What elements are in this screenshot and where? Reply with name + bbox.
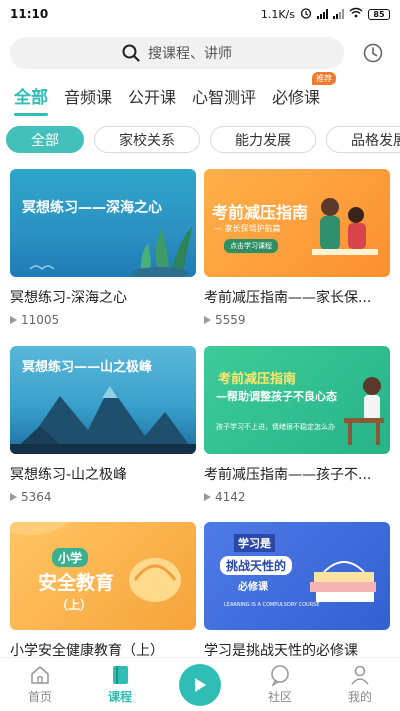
course-title: 考前减压指南——孩子不... bbox=[204, 467, 372, 483]
seaweed-illustration bbox=[29, 227, 192, 277]
course-title: 冥想练习-山之极峰 bbox=[10, 467, 128, 483]
thumb-title: 学习是 bbox=[234, 534, 275, 552]
thumb-button: 点击学习课程 bbox=[224, 239, 278, 253]
course-card[interactable]: 考前减压指南 —帮助调整孩子不良心态 孩子学习不上进，情绪很不稳定怎么办 考前减… bbox=[204, 346, 390, 504]
tab-label: 全部 bbox=[14, 88, 48, 108]
tab-open-class[interactable]: 公开课 bbox=[128, 84, 186, 116]
search-placeholder: 搜课程、讲师 bbox=[148, 46, 232, 62]
tab-label: 公开课 bbox=[128, 88, 177, 107]
tab-label: 音频课 bbox=[64, 88, 113, 107]
course-title: 考前减压指南——家长保... bbox=[204, 290, 372, 306]
course-card[interactable]: 小学 安全教育 （上） 小学安全健康教育（上） bbox=[10, 522, 196, 660]
play-icon bbox=[204, 316, 211, 324]
book-icon bbox=[113, 666, 128, 684]
tab-assessment[interactable]: 心智测评 bbox=[192, 84, 266, 116]
user-icon bbox=[351, 665, 369, 685]
tab-audio[interactable]: 音频课 bbox=[64, 84, 122, 116]
course-card[interactable]: 考前减压指南 — 家长保驾护航篇 点击学习课程 考前减压指南——家长保... 5… bbox=[204, 169, 390, 327]
course-title: 冥想练习-深海之心 bbox=[10, 290, 128, 306]
course-views: 5559 bbox=[204, 313, 390, 327]
search-row: 搜课程、讲师 bbox=[10, 36, 390, 70]
thumb-tag: 小学 bbox=[52, 548, 89, 567]
signal-icon bbox=[317, 9, 328, 19]
chip-character[interactable]: 品格发展 bbox=[326, 126, 400, 153]
nav-player[interactable] bbox=[160, 663, 240, 706]
status-indicators: 1.1K/s 85 bbox=[261, 7, 390, 22]
course-thumbnail: 冥想练习——山之极峰 bbox=[10, 346, 196, 454]
course-views: 4142 bbox=[204, 490, 390, 504]
play-icon bbox=[195, 677, 206, 692]
tab-required[interactable]: 必修课 推荐 bbox=[272, 72, 337, 116]
tab-all[interactable]: 全部 bbox=[14, 83, 58, 116]
view-count: 5559 bbox=[215, 313, 246, 327]
bottom-nav: 首页 课程 社区 我的 bbox=[0, 657, 400, 711]
thumb-title: 冥想练习——山之极峰 bbox=[22, 360, 153, 375]
network-speed: 1.1K/s bbox=[260, 7, 295, 21]
books-illustration bbox=[310, 561, 376, 602]
course-card[interactable]: 冥想练习——深海之心 冥想练习-深海之心 11005 bbox=[10, 169, 196, 327]
course-thumbnail: 考前减压指南 — 家长保驾护航篇 点击学习课程 bbox=[204, 169, 390, 277]
nav-label: 社区 bbox=[267, 690, 292, 704]
thumb-title: 安全教育 bbox=[38, 572, 115, 594]
wifi-icon bbox=[349, 7, 363, 21]
view-count: 5364 bbox=[21, 490, 52, 504]
nav-courses[interactable]: 课程 bbox=[80, 664, 160, 705]
nav-home[interactable]: 首页 bbox=[0, 664, 80, 705]
play-icon bbox=[10, 493, 17, 501]
chip-ability[interactable]: 能力发展 bbox=[210, 126, 316, 153]
signal-icon-2 bbox=[333, 9, 344, 19]
course-views: 11005 bbox=[10, 313, 196, 327]
thumb-note: 孩子学习不上进，情绪很不稳定怎么办 bbox=[216, 423, 335, 431]
view-count: 11005 bbox=[21, 313, 60, 327]
course-thumbnail: 学习是 挑战天性的 必修课 LEARNING IS A COMPULSORY C… bbox=[204, 522, 390, 630]
alarm-icon bbox=[300, 7, 312, 22]
thumb-title: 冥想练习——深海之心 bbox=[22, 200, 162, 216]
chat-icon bbox=[271, 665, 289, 686]
thumb-title-line3: 必修课 bbox=[238, 582, 268, 593]
chip-all[interactable]: 全部 bbox=[6, 126, 84, 153]
thumb-subtitle: —帮助调整孩子不良心态 bbox=[216, 390, 337, 403]
status-bar: 11:10 1.1K/s 85 bbox=[0, 0, 400, 28]
thumb-title: 考前减压指南 bbox=[212, 203, 309, 222]
play-icon bbox=[10, 316, 17, 324]
history-icon[interactable] bbox=[362, 42, 384, 64]
home-icon bbox=[31, 666, 49, 684]
thumb-subtitle: — 家长保驾护航篇 bbox=[214, 224, 281, 233]
course-card[interactable]: 学习是 挑战天性的 必修课 LEARNING IS A COMPULSORY C… bbox=[204, 522, 390, 660]
play-button[interactable] bbox=[179, 663, 221, 706]
thumb-english: LEARNING IS A COMPULSORY COURSE bbox=[224, 602, 320, 608]
chip-family-school[interactable]: 家校关系 bbox=[94, 126, 200, 153]
nav-label: 首页 bbox=[27, 690, 52, 704]
course-thumbnail: 小学 安全教育 （上） bbox=[10, 522, 196, 630]
tab-label: 心智测评 bbox=[192, 88, 257, 107]
battery-icon: 85 bbox=[368, 8, 390, 20]
course-views: 5364 bbox=[10, 490, 196, 504]
thumb-subtitle: （上） bbox=[56, 598, 93, 612]
category-tabs: 全部 音频课 公开课 心智测评 必修课 推荐 bbox=[0, 72, 400, 116]
thumb-title: 考前减压指南 bbox=[218, 372, 297, 387]
course-thumbnail: 冥想练习——深海之心 bbox=[10, 169, 196, 277]
nav-label: 我的 bbox=[347, 690, 372, 704]
tab-label: 必修课 bbox=[272, 88, 321, 107]
view-count: 4142 bbox=[215, 490, 246, 504]
search-input[interactable]: 搜课程、讲师 bbox=[10, 37, 344, 69]
course-thumbnail: 考前减压指南 —帮助调整孩子不良心态 孩子学习不上进，情绪很不稳定怎么办 bbox=[204, 346, 390, 454]
status-time: 11:10 bbox=[10, 7, 49, 21]
recommend-badge: 推荐 bbox=[312, 72, 337, 85]
nav-label: 课程 bbox=[107, 690, 132, 704]
nav-profile[interactable]: 我的 bbox=[320, 664, 400, 705]
course-card[interactable]: 冥想练习——山之极峰 冥想练习-山之极峰 5364 bbox=[10, 346, 196, 504]
filter-chips: 全部 家校关系 能力发展 品格发展 bbox=[6, 126, 400, 154]
search-icon bbox=[122, 44, 140, 62]
thumb-title-line2: 挑战天性的 bbox=[220, 556, 293, 575]
nav-community[interactable]: 社区 bbox=[240, 664, 320, 705]
play-icon bbox=[204, 493, 211, 501]
